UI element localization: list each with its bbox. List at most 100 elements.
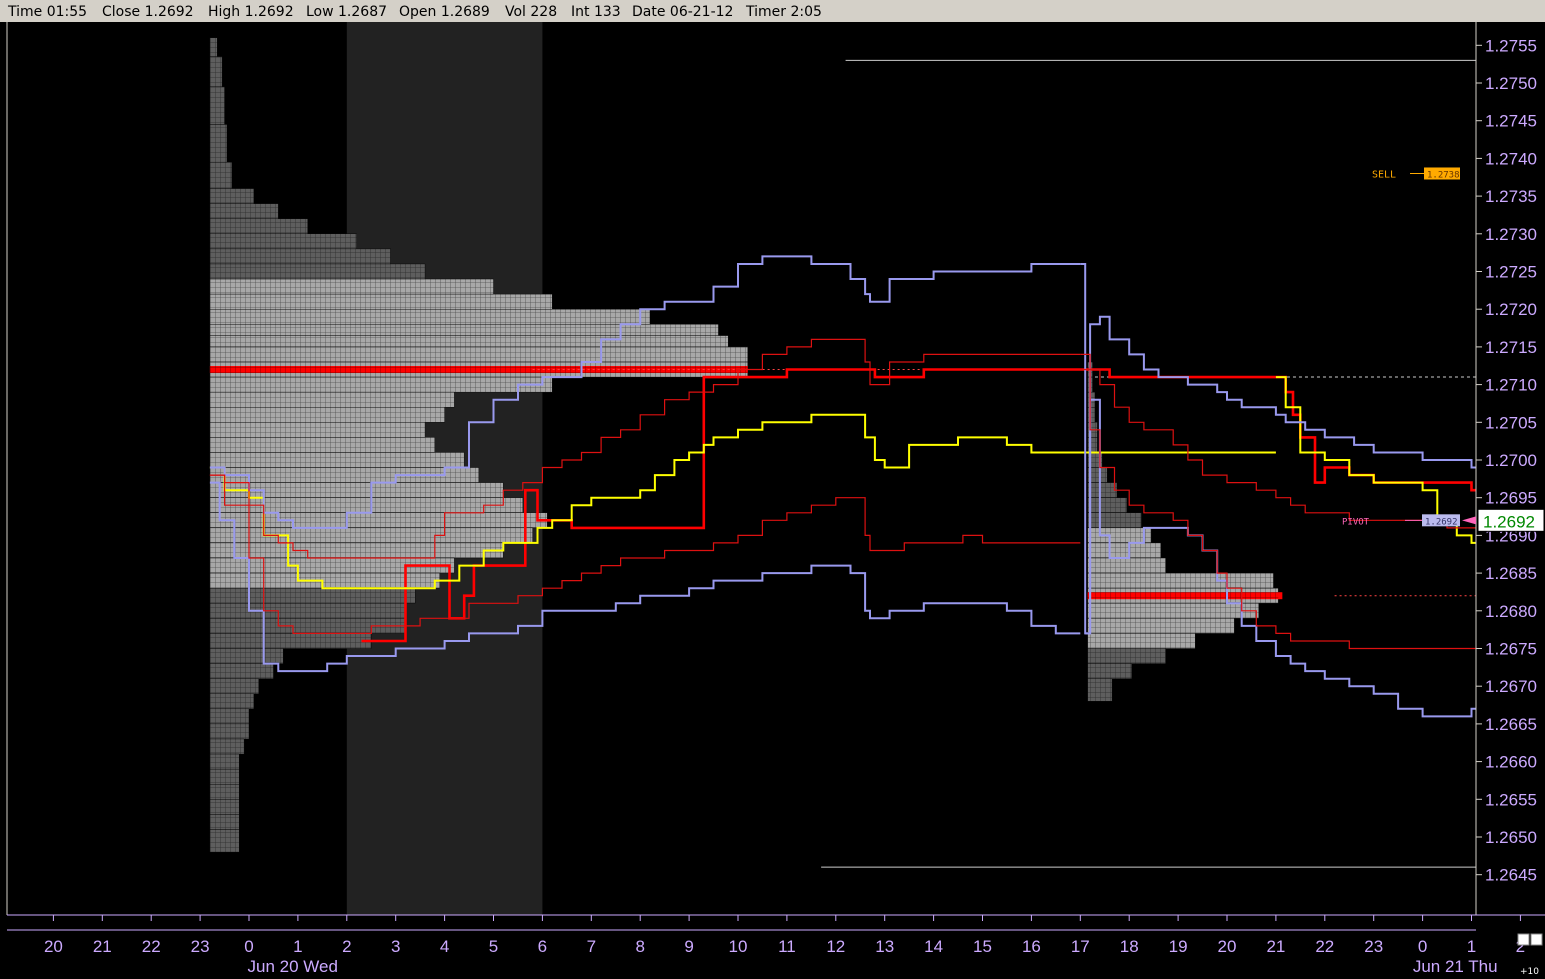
profile-grid-overlay [209,693,254,709]
y-tick-label: 1.2660 [1485,753,1537,772]
profile-grid-overlay [209,527,533,543]
y-tick-label: 1.2750 [1485,74,1537,93]
time-readout: Time 01:55 [8,4,88,20]
profile-grid-overlay [1087,527,1152,543]
volume-readout: Vol 228 [505,4,558,20]
x-tick-label: 20 [44,937,63,956]
current-price-label: 1.2692 [1483,512,1535,531]
restore-window-icon[interactable] [1517,933,1530,946]
profile-grid-overlay [209,829,240,853]
y-tick-label: 1.2710 [1485,376,1537,395]
y-tick-label: 1.2715 [1485,338,1537,357]
profile-grid-overlay [209,799,240,815]
profile-grid-overlay [209,188,254,204]
profile-grid-overlay [1087,648,1166,664]
profile-grid-overlay [209,754,240,770]
profile-grid-overlay [209,346,748,362]
profile-grid-overlay [209,335,729,347]
profile-grid-overlay [209,814,240,830]
y-tick-label: 1.2700 [1485,451,1537,470]
date-label: Jun 20 Wed [248,957,338,976]
x-tick-label: 2 [342,937,351,956]
y-tick-label: 1.2725 [1485,263,1537,282]
x-tick-label: 10 [729,937,748,956]
profile-grid-overlay [209,588,416,604]
profile-grid-overlay [209,738,245,755]
x-tick-label: 0 [1418,937,1427,956]
sell-label: SELL [1372,169,1396,180]
profile-grid-overlay [209,769,240,785]
x-tick-label: 4 [440,937,449,956]
x-tick-label: 21 [93,937,112,956]
profile-grid-overlay [209,542,504,559]
profile-grid-overlay [209,648,284,664]
profile-grid-overlay [1087,542,1161,559]
profile-grid-overlay [209,723,249,739]
profile-grid-overlay [209,162,232,189]
y-tick-label: 1.2705 [1485,413,1537,432]
y-tick-label: 1.2685 [1485,564,1537,583]
profile-grid-overlay [209,233,357,249]
profile-grid-overlay [209,37,218,57]
y-tick-label: 1.2665 [1485,715,1537,734]
y-tick-label: 1.2755 [1485,36,1537,55]
profile-grid-overlay [209,203,279,219]
profile-grid-overlay [209,663,274,679]
y-tick-label: 1.2655 [1485,790,1537,809]
x-tick-label: 0 [244,937,253,956]
profile-grid-overlay [209,56,223,87]
x-tick-label: 21 [1266,937,1285,956]
y-tick-label: 1.2735 [1485,187,1537,206]
profile-grid-overlay [209,603,406,619]
y-tick-label: 1.2730 [1485,225,1537,244]
profile-grid-overlay [209,377,553,393]
corner-label: +10 [1520,967,1539,977]
profile-grid-overlay [209,279,494,295]
profile-grid-overlay [209,86,225,125]
profile-grid-overlay [1087,633,1196,649]
x-tick-label: 3 [391,937,400,956]
x-tick-label: 18 [1120,937,1139,956]
y-tick-label: 1.2675 [1485,639,1537,658]
open-readout: Open 1.2689 [399,4,490,20]
profile-grid-overlay [209,678,259,694]
x-tick-label: 8 [635,937,644,956]
x-tick-label: 9 [684,937,693,956]
x-tick-label: 20 [1218,937,1237,956]
profile-grid-overlay [1087,497,1127,513]
x-tick-label: 1 [293,937,302,956]
y-tick-label: 1.2720 [1485,300,1537,319]
maximize-window-icon[interactable] [1530,933,1543,946]
y-tick-label: 1.2645 [1485,866,1537,885]
pivot-price-text: 1.2692 [1425,517,1458,527]
x-tick-label: 5 [489,937,498,956]
profile-grid-overlay [209,263,426,280]
low-readout: Low 1.2687 [306,4,388,20]
profile-grid-overlay [1087,558,1166,574]
profile-grid-overlay [1087,618,1235,634]
profile-grid-overlay [209,392,455,408]
profile-grid-overlay [209,708,249,724]
x-tick-label: 23 [1364,937,1383,956]
profile-grid-overlay [209,294,553,310]
pivot-label: PIVOT [1342,517,1370,527]
y-tick-label: 1.2680 [1485,602,1537,621]
profile-grid-overlay [1087,573,1274,589]
profile-grid-overlay [1087,512,1142,528]
profile-grid-overlay [209,361,748,378]
profile-grid-overlay [1087,603,1259,619]
y-tick-label: 1.2695 [1485,489,1537,508]
high-readout: High 1.2692 [208,4,294,20]
profile-grid-overlay [209,512,548,528]
x-tick-label: 13 [875,937,894,956]
timer-readout: Timer 2:05 [746,4,822,20]
profile-grid-overlay [1087,663,1132,679]
market-profile-chart[interactable]: YH 1.2753H 1.2711L 1.2669YL 1.2646 SELL1… [0,22,1545,979]
profile-grid-overlay [209,218,308,234]
profile-grid-overlay [209,248,391,264]
x-tick-label: 22 [142,937,161,956]
x-tick-label: 17 [1071,937,1090,956]
profile-grid-overlay [1087,407,1095,423]
x-tick-label: 12 [826,937,845,956]
profile-grid-overlay [209,407,445,423]
